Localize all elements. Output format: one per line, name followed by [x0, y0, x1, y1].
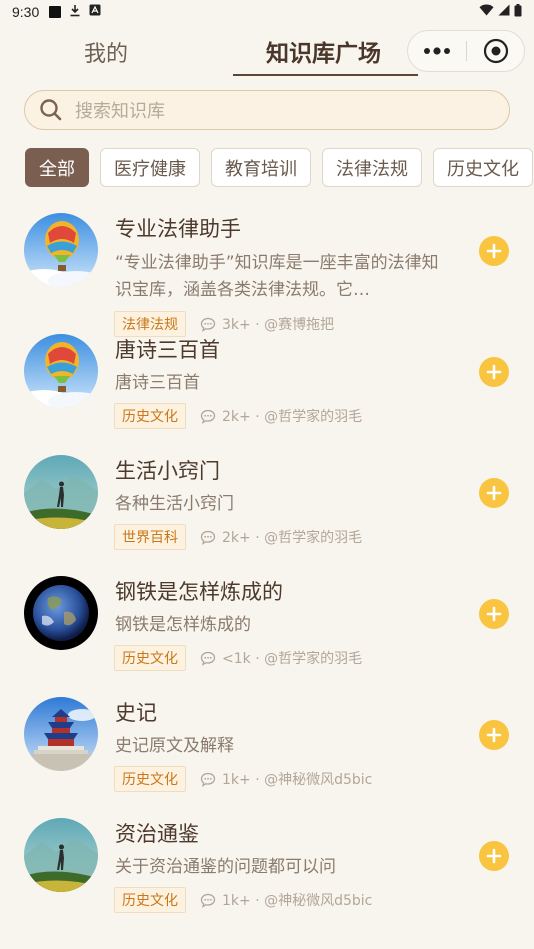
more-options-button[interactable]: [408, 31, 466, 71]
item-stats: 2k+ · @哲学家的羽毛: [200, 406, 362, 426]
knowledge-base-item[interactable]: 生活小窍门 各种生活小窍门 世界百科 2k+ · @哲学家的羽毛: [0, 455, 534, 591]
active-tab-indicator: [233, 74, 418, 76]
tab-knowledge-square[interactable]: 知识库广场: [266, 34, 381, 68]
chat-bubble-icon: [200, 409, 216, 424]
item-stats-text: 2k+ · @哲学家的羽毛: [222, 409, 363, 425]
item-description: 钢铁是怎样炼成的: [115, 615, 251, 635]
knowledge-base-item[interactable]: 史记 史记原文及解释 历史文化 1k+ · @神秘微风d5bic: [0, 697, 534, 833]
item-title: 唐诗三百首: [115, 338, 220, 362]
item-meta: 历史文化 1k+ · @神秘微风d5bic: [114, 887, 372, 913]
download-icon: [69, 4, 81, 21]
category-tag: 历史文化: [114, 887, 186, 913]
chat-bubble-icon: [200, 317, 216, 332]
add-knowledge-base-button[interactable]: [479, 236, 509, 266]
mini-program-capsule: [407, 30, 525, 72]
hiker-landscape-avatar: [24, 818, 98, 892]
chat-bubble-icon: [200, 651, 216, 666]
item-title: 专业法律助手: [115, 217, 241, 241]
plus-icon: [486, 606, 502, 622]
search-icon: [40, 99, 62, 121]
item-meta: 世界百科 2k+ · @哲学家的羽毛: [114, 524, 362, 550]
plus-icon: [486, 243, 502, 259]
plus-icon: [486, 848, 502, 864]
chat-bubble-icon: [200, 530, 216, 545]
item-stats-text: 1k+ · @神秘微风d5bic: [222, 893, 373, 909]
add-knowledge-base-button[interactable]: [479, 478, 509, 508]
item-stats-text: 3k+ · @赛博拖把: [222, 317, 335, 333]
item-stats-text: <1k · @哲学家的羽毛: [222, 651, 363, 667]
plus-icon: [486, 485, 502, 501]
item-title: 史记: [115, 701, 157, 725]
item-meta: 历史文化 2k+ · @哲学家的羽毛: [114, 403, 362, 429]
item-description: 关于资治通鉴的问题都可以问: [115, 857, 336, 877]
hiker-landscape-avatar: [24, 455, 98, 529]
category-chip-medical[interactable]: 医疗健康: [100, 148, 200, 187]
hot-air-balloon-avatar: [24, 334, 98, 408]
item-stats: 2k+ · @哲学家的羽毛: [200, 527, 362, 547]
category-filter-bar: 全部 医疗健康 教育培训 法律法规 历史文化: [25, 148, 533, 187]
item-description: 各种生活小窍门: [115, 494, 234, 514]
item-description: 唐诗三百首: [115, 373, 200, 393]
item-stats-text: 2k+ · @哲学家的羽毛: [222, 530, 363, 546]
knowledge-base-list: 专业法律助手 “专业法律助手”知识库是一座丰富的法律知识宝库，涵盖各类法律法规。…: [0, 200, 534, 949]
app-notification-icon: [89, 4, 101, 20]
item-title: 钢铁是怎样炼成的: [115, 580, 283, 604]
battery-icon: [514, 3, 522, 21]
chat-bubble-icon: [200, 893, 216, 908]
item-stats: <1k · @哲学家的羽毛: [200, 648, 362, 668]
item-meta: 历史文化 1k+ · @神秘微风d5bic: [114, 766, 372, 792]
category-chip-education[interactable]: 教育培训: [211, 148, 311, 187]
knowledge-base-item[interactable]: 资治通鉴 关于资治通鉴的问题都可以问 历史文化 1k+ · @神秘微风d5bic: [0, 818, 534, 949]
item-meta: 历史文化 <1k · @哲学家的羽毛: [114, 645, 362, 671]
chat-bubble-icon: [200, 772, 216, 787]
temple-of-heaven-avatar: [24, 697, 98, 771]
wifi-icon: [479, 4, 494, 20]
more-dots-icon: [424, 47, 450, 55]
item-title: 生活小窍门: [115, 459, 220, 483]
plus-icon: [486, 364, 502, 380]
add-knowledge-base-button[interactable]: [479, 841, 509, 871]
item-stats: 1k+ · @神秘微风d5bic: [200, 890, 372, 910]
knowledge-base-item[interactable]: 专业法律助手 “专业法律助手”知识库是一座丰富的法律知识宝库，涵盖各类法律法规。…: [0, 200, 534, 337]
search-bar[interactable]: 搜索知识库: [24, 90, 510, 130]
target-circle-icon: [483, 38, 508, 64]
signal-icon: [498, 4, 510, 20]
category-chip-history[interactable]: 历史文化: [433, 148, 533, 187]
close-mini-program-button[interactable]: [467, 31, 524, 71]
knowledge-base-item[interactable]: 唐诗三百首 唐诗三百首 历史文化 2k+ · @哲学家的羽毛: [0, 334, 534, 470]
category-tag: 历史文化: [114, 645, 186, 671]
status-time: 9:30: [12, 4, 40, 20]
item-stats: 1k+ · @神秘微风d5bic: [200, 769, 372, 789]
category-chip-law[interactable]: 法律法规: [322, 148, 422, 187]
add-knowledge-base-button[interactable]: [479, 599, 509, 629]
tab-mine[interactable]: 我的: [84, 36, 128, 68]
search-placeholder: 搜索知识库: [75, 101, 165, 122]
status-bar: 9:30: [0, 0, 534, 24]
earth-avatar: [24, 576, 98, 650]
top-tab-bar: 我的 知识库广场: [0, 24, 534, 80]
item-description: 史记原文及解释: [115, 736, 234, 756]
item-stats: 3k+ · @赛博拖把: [200, 314, 334, 334]
category-tag: 世界百科: [114, 524, 186, 550]
item-title: 资治通鉴: [115, 822, 199, 846]
category-tag: 历史文化: [114, 403, 186, 429]
knowledge-base-item[interactable]: 钢铁是怎样炼成的 钢铁是怎样炼成的 历史文化 <1k · @哲学家的羽毛: [0, 576, 534, 712]
item-stats-text: 1k+ · @神秘微风d5bic: [222, 772, 373, 788]
add-knowledge-base-button[interactable]: [479, 357, 509, 387]
hot-air-balloon-avatar: [24, 213, 98, 287]
category-chip-all[interactable]: 全部: [25, 148, 89, 187]
category-tag: 历史文化: [114, 766, 186, 792]
plus-icon: [486, 727, 502, 743]
item-description: “专业法律助手”知识库是一座丰富的法律知识宝库，涵盖各类法律法规。它…: [115, 253, 439, 300]
add-knowledge-base-button[interactable]: [479, 720, 509, 750]
notification-square-icon: [49, 6, 62, 18]
